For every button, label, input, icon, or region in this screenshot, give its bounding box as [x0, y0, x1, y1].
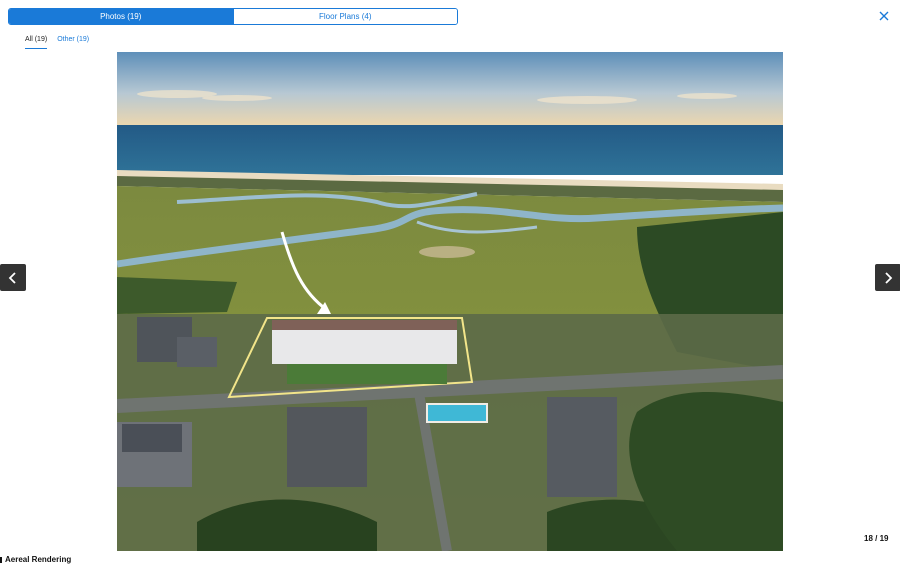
photo-filters: All (19) Other (19) [25, 36, 89, 49]
chevron-right-icon [885, 271, 893, 284]
filter-other[interactable]: Other (19) [57, 36, 89, 49]
next-photo-button[interactable] [875, 264, 900, 291]
gallery-tab-switcher: Photos (19) Floor Plans (4) [8, 8, 458, 25]
close-icon [879, 11, 889, 21]
photo-caption: Aereal Rendering [0, 555, 71, 564]
chevron-left-icon [8, 271, 16, 284]
tab-floor-plans[interactable]: Floor Plans (4) [232, 9, 457, 24]
filter-all[interactable]: All (19) [25, 36, 48, 49]
gallery-photo[interactable] [117, 52, 783, 551]
previous-photo-button[interactable] [0, 264, 26, 291]
caption-marker [0, 556, 2, 563]
aerial-photo-image [117, 52, 783, 551]
photo-counter: 18 / 19 [864, 534, 889, 543]
close-button[interactable] [876, 8, 892, 24]
photo-caption-text: Aereal Rendering [5, 555, 72, 564]
tab-photos[interactable]: Photos (19) [9, 9, 233, 24]
